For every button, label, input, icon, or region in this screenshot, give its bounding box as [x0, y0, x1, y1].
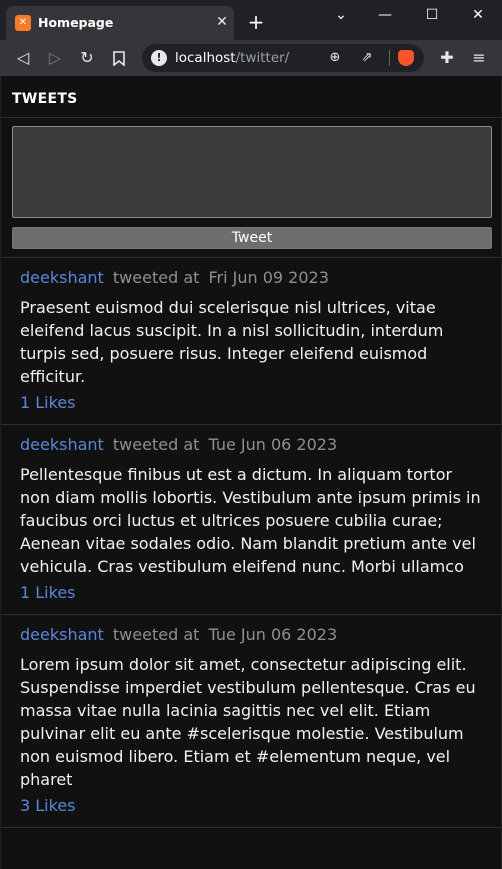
zoom-icon[interactable]: ⊕	[326, 49, 344, 67]
url-host: localhost	[175, 50, 236, 66]
tweet-body: Pellentesque finibus ut est a dictum. In…	[20, 465, 481, 576]
tweet-date: Tue Jun 06 2023	[208, 435, 338, 454]
tweet-item: deekshant tweeted at Fri Jun 09 2023 Pra…	[1, 258, 501, 425]
menu-icon[interactable]: ≡	[468, 47, 490, 69]
tweet-item: deekshant tweeted at Tue Jun 06 2023 Pel…	[1, 425, 501, 615]
bookmark-icon[interactable]	[108, 47, 130, 69]
info-icon[interactable]: !	[151, 50, 167, 66]
tweet-input[interactable]	[12, 126, 492, 218]
tweet-label: tweeted at	[112, 625, 200, 644]
extensions-icon[interactable]: ✚	[436, 47, 458, 69]
tweet-date: Fri Jun 09 2023	[208, 268, 329, 287]
tweet-meta: deekshant tweeted at Fri Jun 09 2023	[20, 268, 482, 288]
tweet-item: deekshant tweeted at Tue Jun 06 2023 Lor…	[1, 615, 501, 828]
xampp-icon: ✕	[15, 15, 31, 31]
tweet-author[interactable]: deekshant	[20, 625, 104, 644]
tweet-label: tweeted at	[112, 435, 200, 454]
browser-tab[interactable]: ✕ Homepage ✕	[6, 6, 234, 40]
browser-toolbar: ◁ ▷ ↻ ! localhost/twitter/ ⊕ ⇗ ✚ ≡	[0, 40, 502, 76]
back-button[interactable]: ◁	[12, 47, 34, 69]
minimize-button[interactable]: —	[370, 4, 400, 26]
tweet-date: Tue Jun 06 2023	[208, 625, 338, 644]
browser-tab-bar: ✕ Homepage ✕ + ⌄ — ☐ ✕	[0, 0, 502, 40]
reload-button[interactable]: ↻	[76, 47, 98, 69]
tweet-likes[interactable]: 3 Likes	[20, 794, 482, 817]
tweet-body: Lorem ipsum dolor sit amet, consectetur …	[20, 655, 476, 789]
page-content: TWEETS Tweet deekshant tweeted at Fri Ju…	[0, 76, 502, 869]
tweet-label: tweeted at	[112, 268, 200, 287]
page-header: TWEETS	[1, 76, 501, 118]
url-text[interactable]: localhost/twitter/	[175, 50, 289, 66]
tweet-likes[interactable]: 1 Likes	[20, 581, 482, 604]
tweet-author[interactable]: deekshant	[20, 435, 104, 454]
page-title: TWEETS	[12, 91, 78, 107]
tab-title: Homepage	[38, 15, 114, 30]
bookmark-shape	[113, 51, 125, 67]
address-bar[interactable]: ! localhost/twitter/ ⊕ ⇗	[142, 44, 424, 72]
maximize-button[interactable]: ☐	[417, 4, 447, 26]
tweet-author[interactable]: deekshant	[20, 268, 104, 287]
close-tab-icon[interactable]: ✕	[214, 14, 230, 30]
tweet-body: Praesent euismod dui scelerisque nisl ul…	[20, 298, 444, 386]
share-icon[interactable]: ⇗	[358, 49, 376, 67]
tweet-meta: deekshant tweeted at Tue Jun 06 2023	[20, 435, 482, 455]
brave-shield-icon[interactable]	[398, 50, 414, 66]
forward-button[interactable]: ▷	[44, 47, 66, 69]
chevron-down-icon[interactable]: ⌄	[326, 4, 356, 26]
tweet-button[interactable]: Tweet	[12, 227, 492, 249]
divider	[389, 50, 390, 66]
compose-section: Tweet	[1, 118, 501, 258]
close-window-button[interactable]: ✕	[463, 4, 493, 26]
new-tab-button[interactable]: +	[246, 12, 266, 32]
tweet-likes[interactable]: 1 Likes	[20, 391, 482, 414]
url-path: /twitter/	[235, 50, 290, 66]
tweet-meta: deekshant tweeted at Tue Jun 06 2023	[20, 625, 482, 645]
